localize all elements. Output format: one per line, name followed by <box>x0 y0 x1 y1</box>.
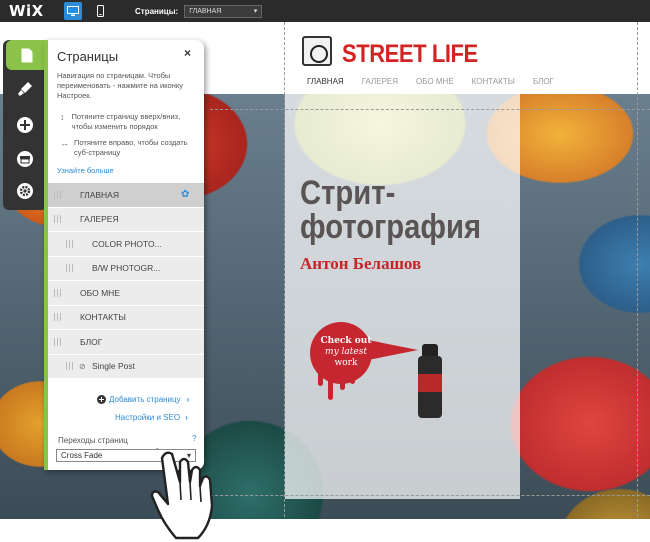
page-transitions-label: Переходы страниц <box>58 436 128 445</box>
plus-circle-icon <box>17 117 33 133</box>
drag-handle-icon[interactable] <box>54 313 62 322</box>
page-row-label: COLOR PHOTO... <box>92 238 162 249</box>
settings-seo-label: Настройки и SEO <box>115 413 181 422</box>
page-row-label: БЛОГ <box>80 336 103 347</box>
drag-handle-icon[interactable] <box>66 239 74 248</box>
site-nav-blog[interactable]: БЛОГ <box>533 77 554 86</box>
design-tool-button[interactable] <box>10 74 40 104</box>
page-row-label: ОБО МНЕ <box>80 287 120 298</box>
page-row-color-photo[interactable]: COLOR PHOTO... <box>48 232 204 257</box>
camera-logo-icon <box>302 36 332 66</box>
drag-handle-icon[interactable] <box>66 264 74 273</box>
move-vertical-icon: ↕ <box>60 112 65 122</box>
hand-cursor-icon <box>150 448 214 540</box>
learn-more-link[interactable]: Узнайте больше <box>57 166 114 175</box>
page-row-label: КОНТАКТЫ <box>80 312 126 323</box>
bubble-line3: work <box>334 358 358 368</box>
app-market-button[interactable] <box>10 144 40 174</box>
chevron-right-icon: › <box>185 413 188 422</box>
paint-drip <box>328 372 333 400</box>
page-icon <box>21 48 32 62</box>
store-icon <box>17 151 33 167</box>
gear-icon <box>17 183 33 199</box>
layout-guide <box>284 22 285 542</box>
add-page-label: Добавить страницу <box>109 395 181 404</box>
site-nav: ГЛАВНАЯ ГАЛЕРЕЯ ОБО МНЕ КОНТАКТЫ БЛОГ <box>307 77 554 86</box>
spray-can-icon <box>418 344 442 418</box>
site-footer <box>0 519 650 542</box>
hero-overlay <box>285 94 520 499</box>
drag-handle-icon[interactable] <box>54 190 62 199</box>
site-nav-about[interactable]: ОБО МНЕ <box>416 77 454 86</box>
page-row-label: B/W PHOTOGR... <box>92 263 161 274</box>
site-nav-gallery[interactable]: ГАЛЕРЕЯ <box>362 77 398 86</box>
pages-panel-title: Страницы <box>57 49 119 64</box>
editor-left-toolbar <box>3 40 47 210</box>
caret-down-icon: ▾ <box>253 8 258 15</box>
plus-circle-icon <box>97 395 106 404</box>
add-page-button[interactable]: Добавить страницу › <box>97 395 189 404</box>
pages-list: ГЛАВНАЯ ✿ ГАЛЕРЕЯ COLOR PHOTO... B/W PHO… <box>48 183 204 379</box>
layout-guide <box>637 22 638 542</box>
speech-bubble-text: Check out my latest work <box>316 336 376 369</box>
pages-tool-button[interactable] <box>6 40 47 70</box>
page-row-about[interactable]: ОБО МНЕ <box>48 281 204 306</box>
help-icon[interactable]: ? <box>192 434 196 443</box>
page-row-label: ГЛАВНАЯ <box>80 189 119 200</box>
page-transitions-value: Cross Fade <box>61 451 103 460</box>
page-row-contacts[interactable]: КОНТАКТЫ <box>48 305 204 330</box>
pages-panel-description: Навигация по страницам. Чтобы переименов… <box>57 71 183 100</box>
paint-drip <box>318 370 323 386</box>
page-row-blog[interactable]: БЛОГ <box>48 330 204 355</box>
page-row-home[interactable]: ГЛАВНАЯ ✿ <box>48 183 204 208</box>
page-row-gallery[interactable]: ГАЛЕРЕЯ <box>48 207 204 232</box>
site-nav-home[interactable]: ГЛАВНАЯ <box>307 77 344 86</box>
hero-title-line1: Стрит- <box>300 174 396 212</box>
chevron-right-icon: › <box>186 395 190 404</box>
page-row-single-post[interactable]: ⊘ Single Post <box>48 354 204 379</box>
paint-drip <box>340 370 345 390</box>
page-row-label: Single Post <box>92 361 135 372</box>
hero-title-line2: фотография <box>300 208 482 246</box>
layout-guide <box>210 495 650 496</box>
page-row-bw-photo[interactable]: B/W PHOTOGR... <box>48 256 204 281</box>
drag-handle-icon[interactable] <box>54 288 62 297</box>
drag-handle-icon[interactable] <box>54 337 62 346</box>
wix-logo: WiX <box>9 2 44 20</box>
add-tool-button[interactable] <box>10 110 40 140</box>
hint-reorder-text: Потяните страницу вверх/вниз, чтобы изме… <box>71 112 181 131</box>
desktop-view-button[interactable] <box>64 2 82 20</box>
hero-author: Антон Белашов <box>300 254 422 273</box>
page-settings-gear-icon[interactable]: ✿ <box>181 189 189 200</box>
settings-tool-button[interactable] <box>10 176 40 206</box>
hint-reorder: ↕ Потяните страницу вверх/вниз, чтобы из… <box>60 112 200 132</box>
hint-subpage-text: Потяните вправо, чтобы создать суб-стран… <box>74 138 188 157</box>
layout-guide <box>210 109 650 110</box>
drag-handle-icon[interactable] <box>54 215 62 224</box>
page-select-dropdown[interactable]: ГЛАВНАЯ ▾ <box>184 4 263 18</box>
page-row-label: ГАЛЕРЕЯ <box>80 214 119 225</box>
bubble-line1: Check out <box>320 336 372 346</box>
desktop-icon <box>67 5 79 16</box>
mobile-icon <box>96 5 104 17</box>
hint-subpage: ↔ Потяните вправо, чтобы создать суб-стр… <box>60 138 200 158</box>
close-icon[interactable]: × <box>184 46 191 60</box>
editor-topbar: WiX Страницы: ГЛАВНАЯ ▾ <box>0 0 650 22</box>
wix-editor: WiX Страницы: ГЛАВНАЯ ▾ STREET LIFE ГЛАВ… <box>0 0 650 542</box>
hidden-page-icon: ⊘ <box>79 361 86 371</box>
site-brand-title: STREET LIFE <box>342 40 478 68</box>
page-select-value: ГЛАВНАЯ <box>189 7 222 15</box>
brush-icon <box>18 82 32 96</box>
move-horizontal-icon: ↔ <box>60 138 69 148</box>
mobile-view-button[interactable] <box>91 2 109 20</box>
bubble-line2: my latest <box>325 347 367 357</box>
hero-title: Стрит- фотография <box>300 176 481 244</box>
pages-label: Страницы: <box>135 6 179 16</box>
settings-seo-link[interactable]: Настройки и SEO › <box>115 413 188 422</box>
drag-handle-icon[interactable] <box>66 362 74 371</box>
site-nav-contacts[interactable]: КОНТАКТЫ <box>472 77 515 86</box>
paint-drip <box>350 372 355 384</box>
